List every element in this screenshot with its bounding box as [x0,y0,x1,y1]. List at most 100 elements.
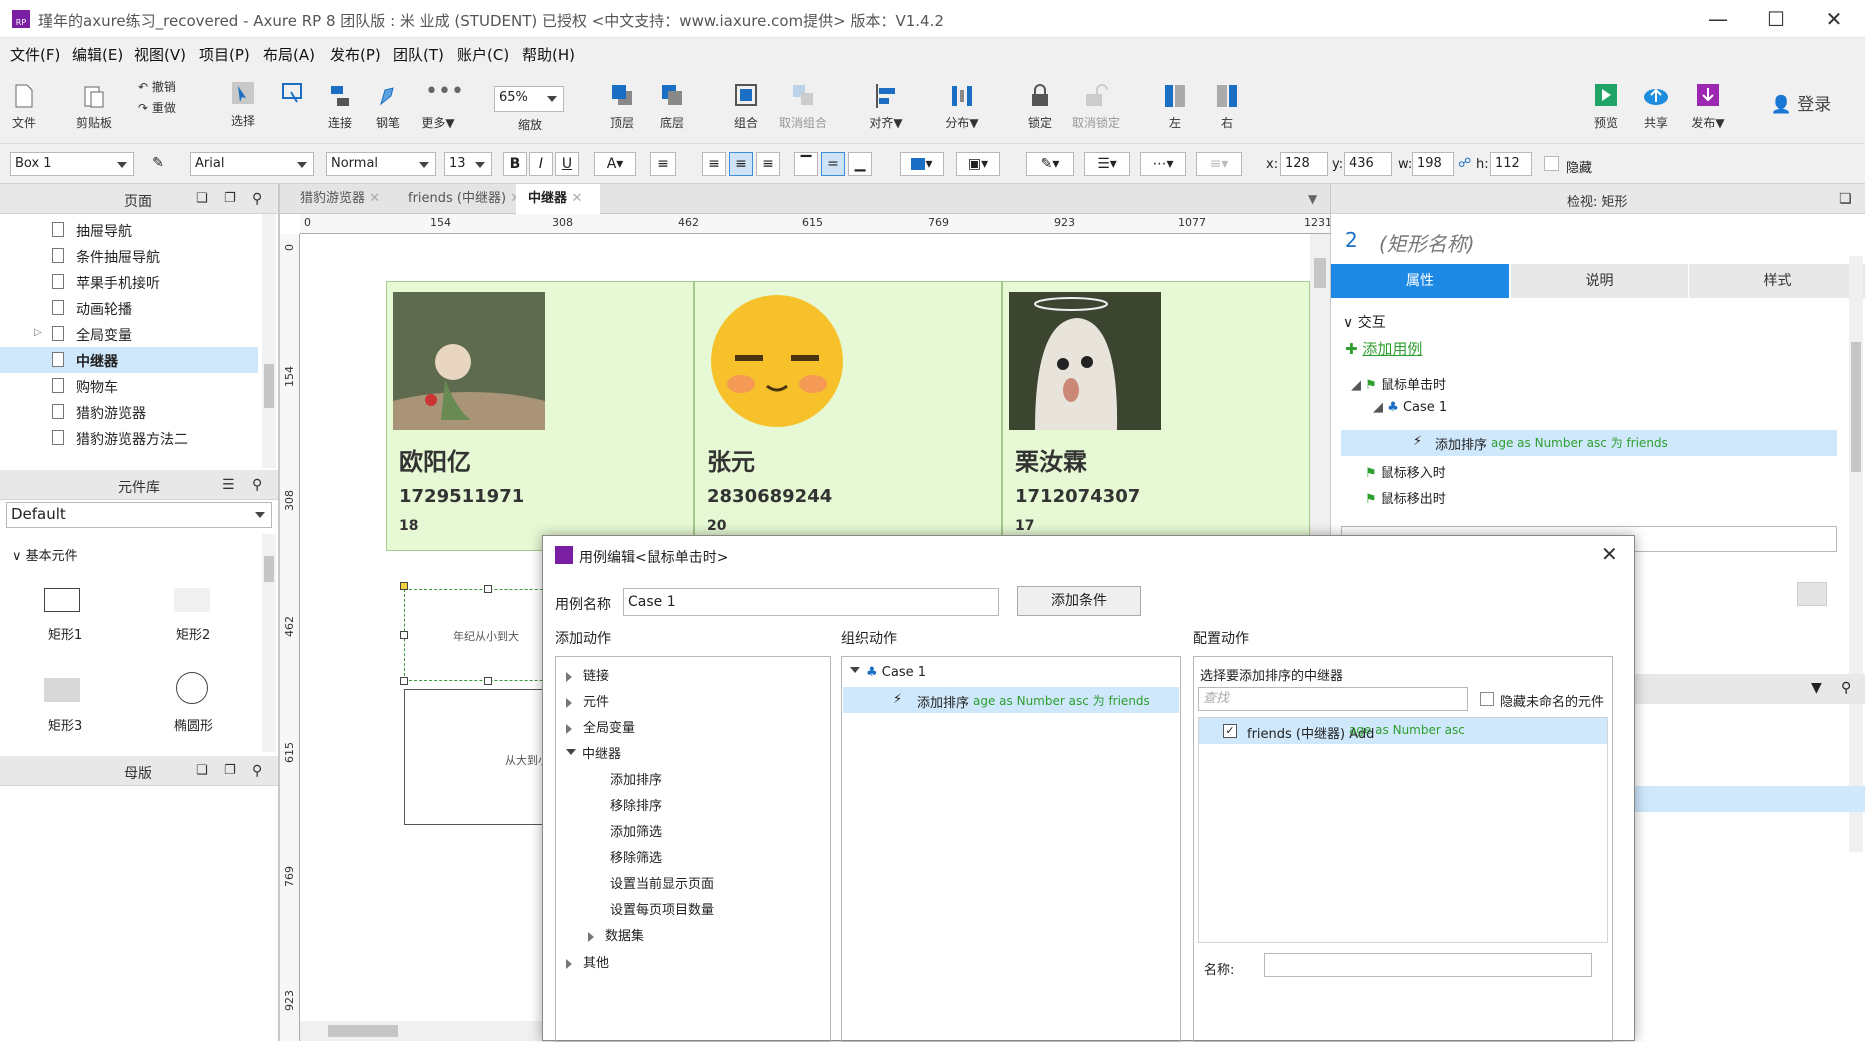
org-case-item[interactable]: ♣ Case 1 [850,665,926,680]
shadow-button[interactable]: ▣▾ [956,152,1000,176]
action-item[interactable]: 添加排序 [610,769,662,788]
page-item[interactable]: 动画轮播 [0,295,258,321]
page-item[interactable]: 购物车 [0,373,258,399]
page-item[interactable]: 抽屉导航 [0,217,258,243]
action-item[interactable]: 元件 [566,691,609,710]
widget-group-label[interactable]: ∨ 基本元件 [12,545,78,564]
search-input[interactable]: 查找 [1198,687,1468,711]
right-button[interactable]: 右 [1212,82,1242,131]
login-button[interactable]: 👤 登录 [1766,90,1836,115]
preview-button[interactable]: 预览 [1590,82,1622,131]
action-item[interactable]: 添加筛选 [610,821,662,840]
action-item[interactable]: 数据集 [588,925,644,944]
org-action-selected[interactable]: ⚡ 添加排序 age as Number asc 为 friends [843,687,1179,713]
add-page-icon[interactable]: ❏ [196,191,208,206]
align-right-text-icon[interactable]: ≡ [756,152,780,176]
repeater-item[interactable]: 欧阳亿 1729511971 18 [386,281,694,551]
element-name-select[interactable]: Box 1 [10,152,134,176]
menu-layout[interactable]: 布局(A) [263,44,315,65]
undo-button[interactable]: ↶ 撤销 [138,78,198,95]
search-icon[interactable]: ⚲ [252,763,262,779]
page-item-active[interactable]: 中继器 [0,347,258,373]
event-onclick[interactable]: ◢ ⚑ 鼠标单击时 [1351,374,1446,393]
share-button[interactable]: 共享 [1640,82,1672,131]
action-item[interactable]: 其他 [566,952,609,971]
maximize-button[interactable]: ☐ [1756,6,1796,32]
menu-file[interactable]: 文件(F) [10,44,60,65]
file-button[interactable]: 文件 [10,82,38,131]
menu-team[interactable]: 团队(T) [393,44,444,65]
align-center-text-icon[interactable]: ≡ [729,152,753,176]
filter-icon[interactable]: ▼ [1811,680,1822,696]
expand-icon[interactable]: ▷ [34,327,42,338]
lock-button[interactable]: 锁定 [1020,82,1060,131]
add-master-icon[interactable]: ❏ [196,763,208,778]
menu-view[interactable]: 视图(V) [134,44,186,65]
more-button[interactable]: ••• 更多▼ [416,81,464,131]
pen-button[interactable]: 钢笔 [368,82,408,131]
select-button[interactable]: 选择 [222,80,264,129]
event-mouseleave[interactable]: ⚑ 鼠标移出时 [1365,488,1446,507]
bullet-list-icon[interactable]: ≡ [650,152,676,176]
menu-project[interactable]: 项目(P) [199,44,250,65]
close-icon[interactable]: ✕ [369,191,380,206]
page-item[interactable]: 苹果手机接听 [0,269,258,295]
tab-notes[interactable]: 说明 [1511,264,1688,298]
font-style-select[interactable]: Normal [326,152,436,176]
page-item[interactable]: 条件抽屉导航 [0,243,258,269]
add-condition-button[interactable]: 添加条件 [1017,586,1141,616]
action-item[interactable]: 中继器 [566,743,621,762]
search-icon[interactable]: ⚲ [252,191,262,207]
underline-button[interactable]: U [555,152,579,176]
align-button[interactable]: 对齐▼ [864,82,908,131]
case-name-input[interactable]: Case 1 [623,588,999,616]
send-to-back-button[interactable]: 底层 [652,82,692,131]
action-item[interactable]: 链接 [566,665,609,684]
action-item[interactable]: 移除排序 [610,795,662,814]
tabs-dropdown-icon[interactable]: ▼ [1308,192,1317,206]
connect-button[interactable]: 连接 [320,82,360,131]
handle-icon[interactable] [484,677,492,685]
ungroup-button[interactable]: 取消组合 [774,82,832,131]
widget-rect2[interactable] [174,588,210,612]
clipboard-button[interactable]: 剪贴板 [72,82,116,131]
action-item[interactable]: 移除筛选 [610,847,662,866]
case-item[interactable]: ◢ ♣ Case 1 [1373,400,1447,415]
line-width-button[interactable]: ☰▾ [1084,152,1130,176]
action-item[interactable]: 全局变量 [566,717,635,736]
menu-edit[interactable]: 编辑(E) [72,44,123,65]
widget-rect3[interactable] [44,678,80,702]
hidden-checkbox[interactable] [1544,156,1559,171]
pages-scrollbar[interactable] [262,214,276,468]
font-family-select[interactable]: Arial [190,152,314,176]
font-color-button[interactable]: A▾ [594,152,636,176]
line-color-button[interactable]: ✎▾ [1026,152,1074,176]
format-painter-icon[interactable]: ✎ [146,152,170,176]
left-button[interactable]: 左 [1160,82,1190,131]
link-size-icon[interactable]: ☍ [1458,156,1471,171]
publish-button[interactable]: 发布▼ [1688,82,1728,131]
page-item[interactable]: 猎豹游览器 [0,399,258,425]
repeater-item[interactable]: 张元 2830689244 20 [694,281,1002,551]
w-input[interactable]: 198 [1412,152,1454,176]
x-input[interactable]: 128 [1280,152,1328,176]
checkbox-checked-icon[interactable]: ✓ [1223,724,1237,738]
add-folder-icon[interactable]: ❐ [224,191,236,206]
distribute-button[interactable]: 分布▼ [940,82,984,131]
widget-ellipse[interactable] [176,672,208,704]
widget-rect1[interactable] [44,588,80,612]
close-button[interactable]: ✕ [1814,6,1854,32]
link-button[interactable] [1797,582,1827,606]
action-item[interactable]: 设置每页项目数量 [610,899,714,918]
page-item[interactable]: 猎豹游览器方法二 [0,425,258,451]
event-mouseenter[interactable]: ⚑ 鼠标移入时 [1365,462,1446,481]
inspector-scrollbar[interactable] [1849,256,1863,852]
italic-button[interactable]: I [529,152,553,176]
library-select[interactable]: Default [6,502,272,528]
zoom-select[interactable]: 65% [494,86,564,112]
canvas-hscrollbar[interactable] [300,1021,542,1041]
redo-button[interactable]: ↷ 重做 [138,99,198,116]
repeater-list-item[interactable]: ✓ friends (中继器) Add age as Number asc [1199,718,1607,744]
add-folder-icon[interactable]: ❐ [224,763,236,778]
interactions-section[interactable]: ∨ 交互 [1343,312,1386,332]
